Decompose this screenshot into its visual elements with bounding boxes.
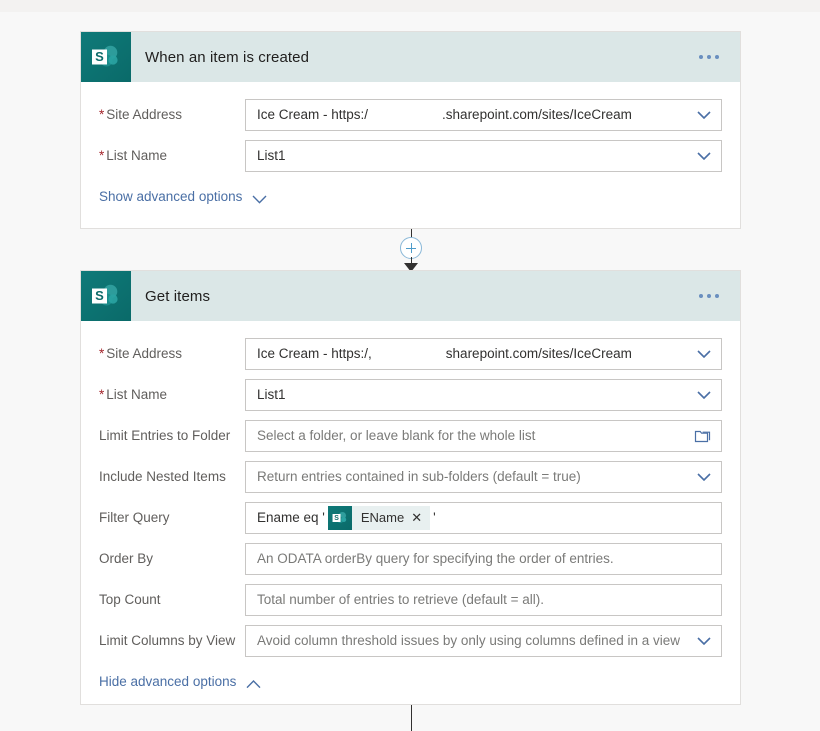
placeholder-text: Total number of entries to retrieve (def…	[257, 592, 545, 607]
filter-query-text-before: Ename eq '	[257, 510, 325, 525]
field-label-limit-entries-to-folder: Limit Entries to Folder	[99, 428, 231, 443]
site-address-combobox[interactable]: Ice Cream - https:/, sharepoint.com/sites…	[245, 337, 722, 370]
svg-text:S: S	[334, 515, 339, 522]
limit-entries-to-folder-input[interactable]: Select a folder, or leave blank for the …	[245, 419, 722, 452]
show-advanced-options-label: Show advanced options	[99, 189, 243, 204]
field-label-list-name: * List Name	[99, 387, 168, 402]
order-by-input[interactable]: An ODATA orderBy query for specifying th…	[245, 542, 722, 575]
placeholder-text: Return entries contained in sub-folders …	[257, 469, 581, 484]
chevron-down-icon[interactable]	[697, 390, 711, 399]
required-asterisk: *	[99, 148, 105, 163]
field-label-site-address: * Site Address	[99, 346, 183, 361]
svg-text:S: S	[95, 288, 104, 303]
menu-dot	[707, 294, 711, 298]
flow-card-trigger[interactable]: S When an item is created * Site Address …	[80, 31, 741, 229]
field-row-site-address: * Site Address Ice Cream - https:/ .share…	[99, 94, 722, 135]
field-row-limit-columns-by-view: Limit Columns by View Avoid column thres…	[99, 620, 722, 661]
list-name-value: List1	[257, 387, 286, 402]
sharepoint-icon: S	[327, 505, 352, 530]
top-chrome-strip	[0, 0, 820, 12]
overflow-menu-button[interactable]	[692, 271, 726, 321]
sharepoint-icon: S	[81, 32, 131, 82]
card-body-get-items: * Site Address Ice Cream - https:/, sharep…	[81, 321, 740, 661]
filter-query-text-after: '	[433, 510, 436, 525]
card-header-get-items[interactable]: S Get items	[81, 271, 740, 321]
filter-query-input[interactable]: Ename eq ' S EName ✕ '	[245, 501, 722, 534]
placeholder-text: Select a folder, or leave blank for the …	[257, 428, 536, 443]
list-name-combobox[interactable]: List1	[245, 378, 722, 411]
show-advanced-options-toggle[interactable]: Show advanced options	[99, 189, 267, 204]
card-title: Get items	[145, 287, 211, 305]
card-header-trigger[interactable]: S When an item is created	[81, 32, 740, 82]
site-address-value-suffix: .sharepoint.com/sites/IceCream	[442, 107, 632, 122]
close-icon[interactable]: ✕	[411, 511, 430, 524]
chevron-down-icon[interactable]	[697, 151, 711, 160]
field-label-include-nested-items: Include Nested Items	[99, 469, 226, 484]
chevron-down-icon	[252, 192, 267, 204]
limit-columns-by-view-combobox[interactable]: Avoid column threshold issues by only us…	[245, 624, 722, 657]
token-label: EName	[360, 510, 405, 525]
list-name-combobox[interactable]: List1	[245, 139, 722, 172]
field-label-limit-columns-by-view: Limit Columns by View	[99, 633, 236, 648]
placeholder-text: An ODATA orderBy query for specifying th…	[257, 551, 614, 566]
hide-advanced-options-toggle[interactable]: Hide advanced options	[99, 674, 261, 689]
dynamic-content-token[interactable]: S EName ✕	[327, 505, 431, 530]
menu-dot	[715, 55, 719, 59]
connector-line-next	[411, 705, 412, 731]
field-row-list-name: * List Name List1	[99, 135, 722, 176]
field-label-top-count: Top Count	[99, 592, 161, 607]
overflow-menu-button[interactable]	[692, 32, 726, 82]
field-row-limit-entries-to-folder: Limit Entries to Folder Select a folder,…	[99, 415, 722, 456]
field-label-list-name: * List Name	[99, 148, 168, 163]
required-asterisk: *	[99, 387, 105, 402]
top-count-input[interactable]: Total number of entries to retrieve (def…	[245, 583, 722, 616]
card-title: When an item is created	[145, 48, 310, 66]
menu-dot	[707, 55, 711, 59]
menu-dot	[699, 55, 703, 59]
chevron-down-icon[interactable]	[697, 636, 711, 645]
site-address-value-prefix: Ice Cream - https:/,	[257, 346, 372, 361]
placeholder-text: Avoid column threshold issues by only us…	[257, 633, 680, 648]
site-address-combobox[interactable]: Ice Cream - https:/ .sharepoint.com/site…	[245, 98, 722, 131]
menu-dot	[699, 294, 703, 298]
field-row-site-address: * Site Address Ice Cream - https:/, sharep…	[99, 333, 722, 374]
card-body-trigger: * Site Address Ice Cream - https:/ .share…	[81, 82, 740, 176]
field-label-site-address: * Site Address	[99, 107, 183, 122]
svg-text:S: S	[95, 49, 104, 64]
chevron-up-icon	[246, 677, 261, 689]
redacted-tenant	[368, 108, 443, 121]
chevron-down-icon[interactable]	[697, 349, 711, 358]
field-row-list-name: * List Name List1	[99, 374, 722, 415]
include-nested-items-combobox[interactable]: Return entries contained in sub-folders …	[245, 460, 722, 493]
required-asterisk: *	[99, 346, 105, 361]
menu-dot	[715, 294, 719, 298]
sharepoint-icon: S	[81, 271, 131, 321]
field-row-include-nested-items: Include Nested Items Return entries cont…	[99, 456, 722, 497]
add-step-plus-button[interactable]	[400, 237, 422, 259]
chevron-down-icon[interactable]	[697, 110, 711, 119]
field-row-order-by: Order By An ODATA orderBy query for spec…	[99, 538, 722, 579]
list-name-value: List1	[257, 148, 286, 163]
site-address-value-suffix: sharepoint.com/sites/IceCream	[445, 346, 632, 361]
chevron-down-icon[interactable]	[697, 472, 711, 481]
required-asterisk: *	[99, 107, 105, 122]
site-address-value-prefix: Ice Cream - https:/	[257, 107, 369, 122]
hide-advanced-options-label: Hide advanced options	[99, 674, 237, 689]
field-label-order-by: Order By	[99, 551, 154, 566]
folder-icon[interactable]	[694, 428, 711, 444]
field-row-top-count: Top Count Total number of entries to ret…	[99, 579, 722, 620]
field-label-filter-query: Filter Query	[99, 510, 170, 525]
field-row-filter-query: Filter Query Ename eq ' S EName ✕ '	[99, 497, 722, 538]
flow-card-get-items[interactable]: S Get items * Site Address Ice Cream - ht…	[80, 270, 741, 705]
redacted-tenant	[371, 347, 446, 360]
